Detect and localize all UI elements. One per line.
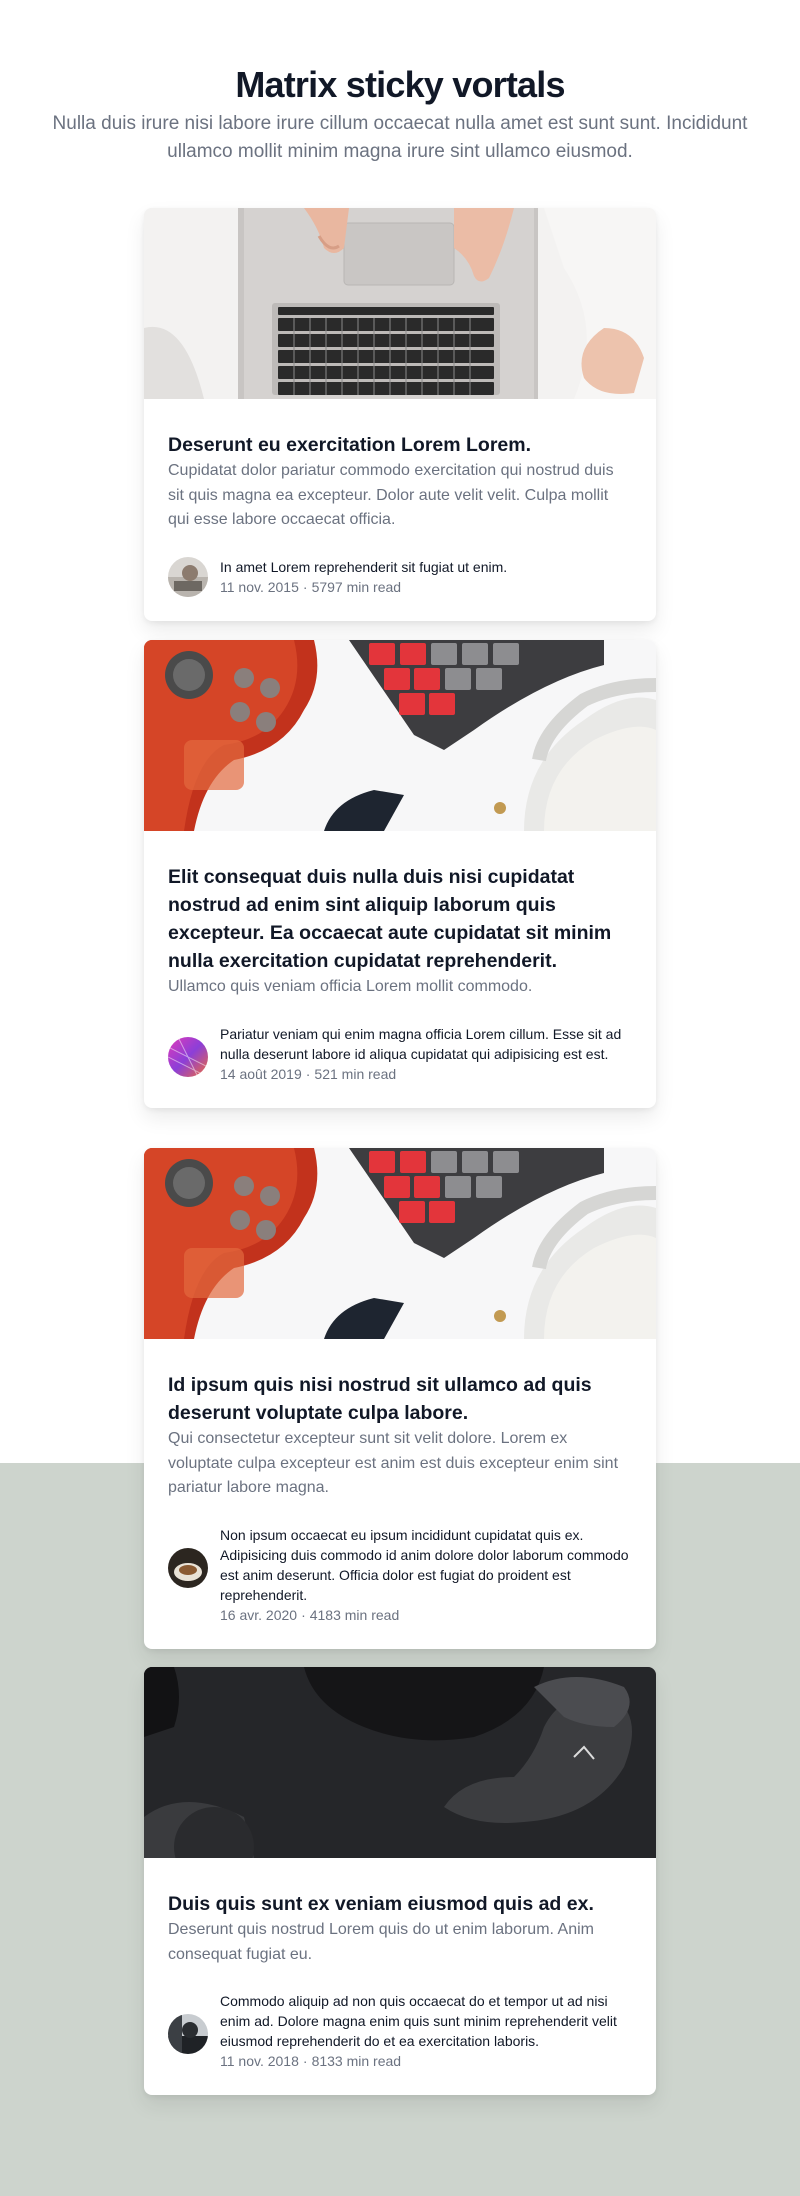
meta-separator: · bbox=[302, 578, 308, 595]
laptop-photo[interactable] bbox=[144, 208, 656, 399]
post-date: 11 nov. 2018 bbox=[220, 2053, 299, 2069]
post-card[interactable]: Duis quis sunt ex veniam eiusmod quis ad… bbox=[144, 1667, 656, 2095]
avatar-icon bbox=[168, 1547, 208, 1588]
post-title[interactable]: Id ipsum quis nisi nostrud sit ullamco a… bbox=[168, 1371, 632, 1427]
post-title[interactable]: Elit consequat duis nulla duis nisi cupi… bbox=[168, 863, 632, 975]
gamepad-keyboard-photo-icon bbox=[144, 640, 656, 831]
page-header: Matrix sticky vortals Nulla duis irure n… bbox=[30, 60, 770, 166]
laptop-photo-icon bbox=[144, 208, 656, 399]
post-date: 16 avr. 2020 bbox=[220, 1606, 298, 1623]
avatar[interactable] bbox=[168, 1547, 208, 1588]
avatar[interactable] bbox=[168, 2014, 208, 2054]
post-card[interactable]: Id ipsum quis nisi nostrud sit ullamco a… bbox=[144, 1148, 656, 1649]
meta-separator: · bbox=[305, 1065, 311, 1082]
read-time: 8133 min read bbox=[311, 2053, 402, 2069]
post-author: Pariatur veniam qui enim magna officia L… bbox=[168, 1024, 632, 1084]
post-description: Deserunt quis nostrud Lorem quis do ut e… bbox=[168, 1921, 594, 1963]
post-date: 14 août 2019 bbox=[220, 1065, 302, 1082]
author-name[interactable]: In amet Lorem reprehenderit sit fugiat u… bbox=[220, 557, 507, 577]
dark-gear-photo[interactable] bbox=[144, 1667, 656, 1858]
post-title[interactable]: Duis quis sunt ex veniam eiusmod quis ad… bbox=[168, 1890, 632, 1918]
post-meta: 11 nov. 2015 · 5797 min read bbox=[220, 577, 507, 597]
page-subtitle: Nulla duis irure nisi labore irure cillu… bbox=[52, 113, 748, 162]
post-date: 11 nov. 2015 bbox=[220, 578, 299, 595]
page-title: Matrix sticky vortals bbox=[235, 64, 565, 105]
post-author: Commodo aliquip ad non quis occaecat do … bbox=[168, 1991, 632, 2071]
post-description: Ullamco quis veniam officia Lorem mollit… bbox=[168, 978, 533, 995]
post-description: Qui consectetur excepteur sunt sit velit… bbox=[168, 1430, 619, 1496]
gamepad-keyboard-photo-icon bbox=[144, 1148, 656, 1339]
post-author: In amet Lorem reprehenderit sit fugiat u… bbox=[168, 556, 632, 597]
avatar-icon bbox=[168, 556, 208, 597]
meta-separator: · bbox=[302, 2053, 308, 2069]
avatar[interactable] bbox=[168, 1036, 208, 1077]
gamepad-keyboard-photo[interactable] bbox=[144, 1148, 656, 1339]
author-name[interactable]: Commodo aliquip ad non quis occaecat do … bbox=[220, 1991, 632, 2051]
post-meta: 16 avr. 2020 · 4183 min read bbox=[220, 1605, 632, 1625]
meta-separator: · bbox=[301, 1606, 306, 1623]
post-description: Cupidatat dolor pariatur commodo exercit… bbox=[168, 462, 614, 528]
post-meta: 14 août 2019 · 521 min read bbox=[220, 1064, 632, 1084]
read-time: 5797 min read bbox=[311, 578, 402, 595]
post-title[interactable]: Deserunt eu exercitation Lorem Lorem. bbox=[168, 431, 632, 459]
dark-gear-photo-icon bbox=[144, 1667, 656, 1858]
post-card[interactable]: Elit consequat duis nulla duis nisi cupi… bbox=[144, 640, 656, 1108]
read-time: 521 min read bbox=[314, 1065, 397, 1082]
read-time: 4183 min read bbox=[309, 1606, 400, 1623]
post-meta: 11 nov. 2018 · 8133 min read bbox=[220, 2051, 632, 2071]
author-name[interactable]: Non ipsum occaecat eu ipsum incididunt c… bbox=[220, 1525, 632, 1605]
avatar[interactable] bbox=[168, 556, 208, 597]
author-name[interactable]: Pariatur veniam qui enim magna officia L… bbox=[220, 1024, 632, 1064]
avatar-icon bbox=[168, 2014, 208, 2054]
post-card[interactable]: Deserunt eu exercitation Lorem Lorem. Cu… bbox=[144, 208, 656, 621]
post-author: Non ipsum occaecat eu ipsum incididunt c… bbox=[168, 1525, 632, 1625]
gamepad-keyboard-photo[interactable] bbox=[144, 640, 656, 831]
avatar-icon bbox=[168, 1036, 208, 1077]
